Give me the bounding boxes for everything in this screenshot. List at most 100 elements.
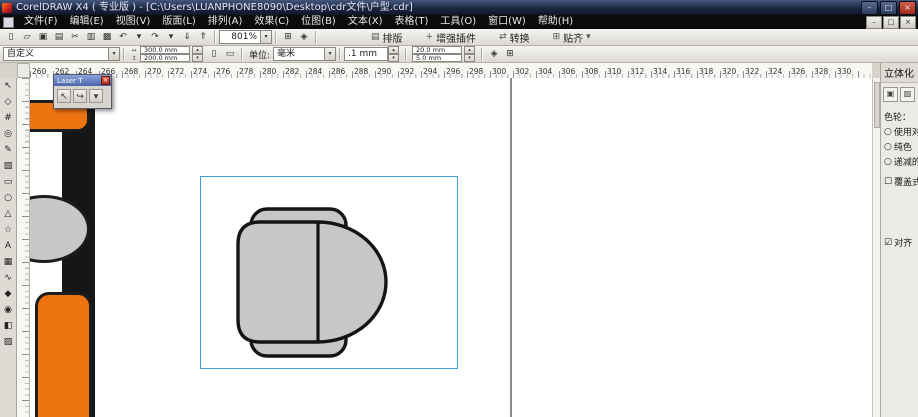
polygon-tool-icon[interactable]: △ <box>1 206 16 222</box>
fill-tool-icon[interactable]: ◧ <box>1 318 16 334</box>
redo-dropdown-icon[interactable]: ▾ <box>163 30 179 45</box>
zoom-level-combo[interactable]: 801% ▾ <box>219 30 272 44</box>
overlay-fill-checkbox[interactable]: ☐ 覆盖式填充 <box>881 174 918 189</box>
paper-width-field[interactable]: 300.0 mm <box>140 46 190 54</box>
chevron-down-icon[interactable]: ▾ <box>325 47 336 61</box>
paper-height-field[interactable]: 200.0 mm <box>140 54 190 62</box>
paper-size-spin-down[interactable]: ▾ <box>192 54 203 62</box>
rectangle-tool-icon[interactable]: ▭ <box>1 174 16 190</box>
import-icon[interactable]: ⇓ <box>179 30 195 45</box>
window-maximize-button[interactable]: □ <box>880 1 897 15</box>
units-combo[interactable]: 毫米 ▾ <box>273 47 336 61</box>
interactive-fill-tool-icon[interactable]: ▨ <box>1 334 16 350</box>
radio-icon[interactable]: ○ <box>884 157 892 167</box>
cut-icon[interactable]: ✂ <box>67 30 83 45</box>
save-icon[interactable]: ▣ <box>35 30 51 45</box>
eyedropper-tool-icon[interactable]: ◆ <box>1 286 16 302</box>
menu-edit[interactable]: 编辑(E) <box>64 15 110 29</box>
duplicate-distance-y-field[interactable]: 5.0 mm <box>412 54 462 62</box>
nudge-offset-field[interactable]: .1 mm <box>344 47 388 61</box>
mouse-shape-artwork[interactable] <box>220 193 400 373</box>
ruler-origin-corner[interactable] <box>17 63 30 78</box>
color-shade-icon[interactable]: ▨ <box>900 87 915 102</box>
close-icon[interactable]: × <box>101 76 110 85</box>
document-close-button[interactable]: × <box>900 16 916 29</box>
enhanced-plugins-button[interactable]: + 增强插件 <box>421 30 485 45</box>
menu-tools[interactable]: 工具(O) <box>434 15 482 29</box>
pick-tool-icon[interactable]: ↖ <box>1 78 16 94</box>
radio-icon[interactable]: ○ <box>884 127 892 137</box>
outline-pen-tool-icon[interactable]: ◉ <box>1 302 16 318</box>
menu-text[interactable]: 文本(X) <box>342 15 389 29</box>
vertical-scrollbar[interactable] <box>872 78 880 417</box>
orange-block-object[interactable] <box>35 292 92 417</box>
paper-size-spin-up[interactable]: ▴ <box>192 46 203 54</box>
table-tool-icon[interactable]: ▦ <box>1 254 16 270</box>
text-tool-icon[interactable]: A <box>1 238 16 254</box>
shape-tool-icon[interactable]: ◇ <box>1 94 16 110</box>
window-minimize-button[interactable]: – <box>861 1 878 15</box>
snap-to-button[interactable]: ⊞ 贴齐 ▾ <box>548 30 596 45</box>
welcome-screen-icon[interactable]: ◈ <box>296 30 312 45</box>
document-minimize-button[interactable]: – <box>866 16 882 29</box>
laser-floating-toolbar[interactable]: Laser T × ↖↪▾ <box>53 74 112 109</box>
menu-effects[interactable]: 效果(C) <box>248 15 295 29</box>
duplicate-spin-down[interactable]: ▾ <box>464 54 475 62</box>
preset-combo[interactable]: 自定义 ▾ <box>3 47 120 61</box>
vertical-ruler[interactable] <box>17 78 30 417</box>
align-checkbox[interactable]: ☑ 对齐 <box>881 235 918 250</box>
export-icon[interactable]: ⇑ <box>195 30 211 45</box>
snap-options-icon[interactable]: ⊞ <box>502 47 518 62</box>
menu-bitmaps[interactable]: 位图(B) <box>295 15 342 29</box>
copy-icon[interactable]: ▥ <box>83 30 99 45</box>
drawing-canvas[interactable] <box>30 78 872 417</box>
redo-icon[interactable]: ↷ <box>147 30 163 45</box>
menu-view[interactable]: 视图(V) <box>110 15 157 29</box>
document-restore-button[interactable]: □ <box>883 16 899 29</box>
color-option-radio[interactable]: ○ 使用对象填充 <box>881 124 918 139</box>
smart-fill-tool-icon[interactable]: ▧ <box>1 158 16 174</box>
zoom-level-value[interactable]: 801% <box>219 30 261 44</box>
zoom-tool-icon[interactable]: ◎ <box>1 126 16 142</box>
radio-icon[interactable]: ○ <box>884 142 892 152</box>
d-shape[interactable] <box>238 222 386 342</box>
basic-shapes-tool-icon[interactable]: ☆ <box>1 222 16 238</box>
portrait-orientation-button[interactable]: ▯ <box>206 47 222 62</box>
chevron-down-icon[interactable]: ▾ <box>261 30 272 44</box>
crop-tool-icon[interactable]: # <box>1 110 16 126</box>
menu-file[interactable]: 文件(F) <box>18 15 64 29</box>
application-launcher-icon[interactable]: ⊞ <box>280 30 296 45</box>
chevron-down-icon[interactable]: ▾ <box>109 47 120 61</box>
freehand-tool-icon[interactable]: ✎ <box>1 142 16 158</box>
convert-button[interactable]: ⇄ 转换 <box>494 30 538 45</box>
menu-layout[interactable]: 版面(L) <box>156 15 201 29</box>
preset-value[interactable]: 自定义 <box>3 47 109 61</box>
floating-toolbar-titlebar[interactable]: Laser T × <box>54 75 111 86</box>
horizontal-ruler[interactable]: 2602622642662682702722742762782802822842… <box>30 63 872 79</box>
landscape-orientation-button[interactable]: ▭ <box>222 47 238 62</box>
new-document-icon[interactable]: ▯ <box>3 30 19 45</box>
checkbox-checked-icon[interactable]: ☑ <box>884 238 892 248</box>
print-icon[interactable]: ▤ <box>51 30 67 45</box>
interactive-blend-tool-icon[interactable]: ∿ <box>1 270 16 286</box>
nudge-spin-up[interactable]: ▴ <box>388 46 399 54</box>
layout-plugin-button[interactable]: ▤ 排版 <box>366 30 411 45</box>
paste-icon[interactable]: ▩ <box>99 30 115 45</box>
menu-help[interactable]: 帮助(H) <box>532 15 579 29</box>
open-icon[interactable]: ▱ <box>19 30 35 45</box>
duplicate-distance-x-field[interactable]: 20.0 mm <box>412 46 462 54</box>
checkbox-icon[interactable]: ☐ <box>884 177 892 187</box>
menu-arrange[interactable]: 排列(A) <box>202 15 249 29</box>
nudge-settings-icon[interactable]: ◈ <box>486 47 502 62</box>
window-close-button[interactable]: × <box>899 1 916 15</box>
laser-pick-icon[interactable]: ↖ <box>57 89 71 103</box>
undo-icon[interactable]: ↶ <box>115 30 131 45</box>
menu-window[interactable]: 窗口(W) <box>482 15 532 29</box>
laser-path-icon[interactable]: ↪ <box>73 89 87 103</box>
units-value[interactable]: 毫米 <box>273 47 325 61</box>
duplicate-spin-up[interactable]: ▴ <box>464 46 475 54</box>
ellipse-tool-icon[interactable]: ○ <box>1 190 16 206</box>
laser-dropdown-icon[interactable]: ▾ <box>89 89 103 103</box>
color-option-radio[interactable]: ○ 递减的颜色 <box>881 154 918 169</box>
menu-table[interactable]: 表格(T) <box>389 15 435 29</box>
